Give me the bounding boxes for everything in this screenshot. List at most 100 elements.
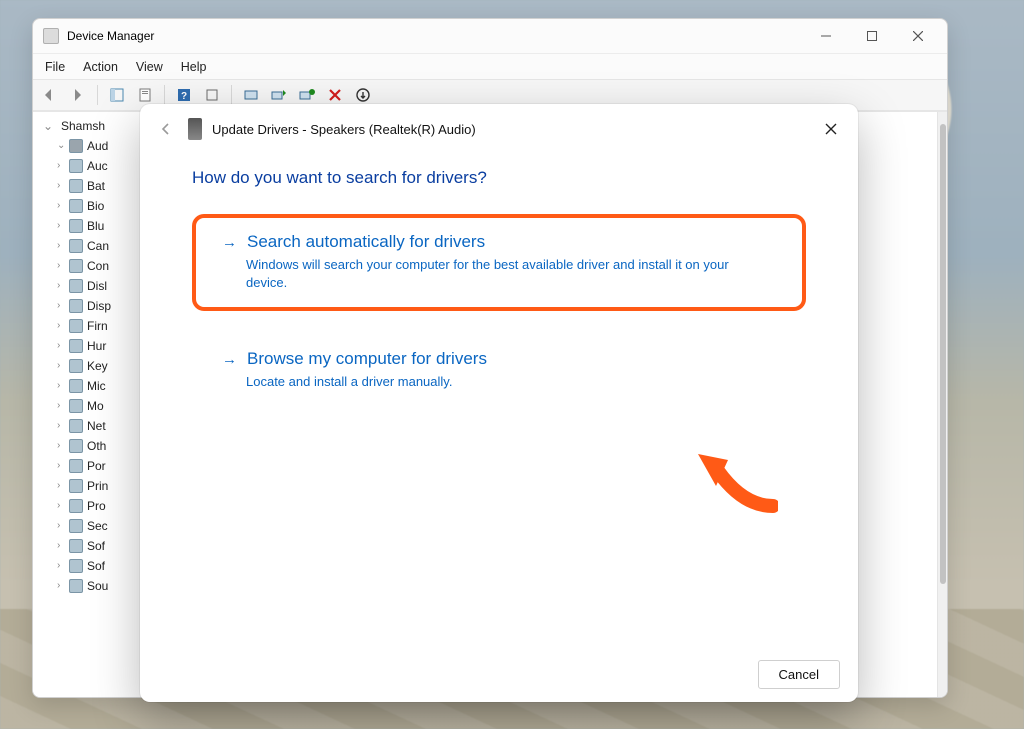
tree-item[interactable]: ›Por [43, 456, 127, 476]
tree-item-label: Prin [87, 476, 108, 496]
tree-item[interactable]: ›Key [43, 356, 127, 376]
tree-item[interactable]: ›Disp [43, 296, 127, 316]
driver-device-icon [188, 118, 202, 140]
menu-action[interactable]: Action [83, 60, 118, 74]
tree-item[interactable]: ›Sof [43, 556, 127, 576]
chevron-right-icon[interactable]: › [57, 576, 65, 596]
action-icon-button[interactable] [201, 84, 223, 106]
category-icon [69, 279, 83, 293]
window-title: Device Manager [67, 29, 154, 43]
dialog-title: Update Drivers - Speakers (Realtek(R) Au… [212, 122, 476, 137]
category-icon [69, 319, 83, 333]
scrollbar-thumb[interactable] [940, 124, 946, 584]
uninstall-device-button[interactable] [296, 84, 318, 106]
chevron-right-icon[interactable]: › [57, 176, 65, 196]
chevron-right-icon[interactable]: › [57, 256, 65, 276]
chevron-right-icon[interactable]: › [57, 536, 65, 556]
tree-item-label: Disl [87, 276, 107, 296]
option-title: Browse my computer for drivers [247, 349, 487, 369]
chevron-right-icon[interactable]: › [57, 156, 65, 176]
chevron-right-icon[interactable]: › [57, 456, 65, 476]
category-icon [69, 259, 83, 273]
chevron-right-icon[interactable]: › [57, 476, 65, 496]
tree-item[interactable]: ›Net [43, 416, 127, 436]
back-button[interactable] [154, 117, 178, 141]
collapse-icon[interactable]: ⌄ [43, 116, 53, 136]
option-description: Locate and install a driver manually. [246, 373, 766, 391]
tree-item-label: Sof [87, 536, 105, 556]
tree-item[interactable]: › Prin [43, 476, 127, 496]
tree-item[interactable]: ›Mo [43, 396, 127, 416]
tree-item[interactable]: ›Mic [43, 376, 127, 396]
tree-item[interactable]: ›Bio [43, 196, 127, 216]
tree-item[interactable]: › Blu [43, 216, 127, 236]
chevron-right-icon[interactable]: › [57, 496, 65, 516]
expand-icon[interactable]: ⌄ [57, 136, 65, 156]
dialog-close-button[interactable] [814, 114, 848, 144]
chevron-right-icon[interactable]: › [57, 376, 65, 396]
update-driver-button[interactable] [268, 84, 290, 106]
chevron-right-icon[interactable]: › [57, 436, 65, 456]
tree-item[interactable]: ›Hur [43, 336, 127, 356]
option-browse-computer[interactable]: → Browse my computer for drivers Locate … [192, 331, 806, 411]
chevron-right-icon[interactable]: › [57, 276, 65, 296]
menu-help[interactable]: Help [181, 60, 207, 74]
menu-view[interactable]: View [136, 60, 163, 74]
tree-item-label: Sec [87, 516, 108, 536]
chevron-right-icon[interactable]: › [57, 236, 65, 256]
chevron-right-icon[interactable]: › [57, 216, 65, 236]
chevron-right-icon[interactable]: › [57, 396, 65, 416]
tree-item[interactable]: › Sof [43, 536, 127, 556]
chevron-right-icon[interactable]: › [57, 296, 65, 316]
chevron-right-icon[interactable]: › [57, 516, 65, 536]
svg-text:?: ? [181, 91, 187, 102]
option-description: Windows will search your computer for th… [246, 256, 766, 291]
tree-item[interactable]: › Can [43, 236, 127, 256]
properties-button[interactable] [134, 84, 156, 106]
tree-item[interactable]: ›Pro [43, 496, 127, 516]
chevron-right-icon[interactable]: › [57, 416, 65, 436]
enable-device-button[interactable] [352, 84, 374, 106]
chevron-right-icon[interactable]: › [57, 336, 65, 356]
tree-item-label: Aud [87, 136, 108, 156]
tree-item-label: Blu [87, 216, 104, 236]
tree-item[interactable]: › Sec [43, 516, 127, 536]
dialog-body: How do you want to search for drivers? →… [140, 154, 858, 646]
tree-root-label: Shamsh [61, 116, 105, 136]
maximize-button[interactable] [849, 22, 895, 50]
cancel-button[interactable]: Cancel [758, 660, 840, 689]
scan-hardware-button[interactable] [240, 84, 262, 106]
tree-item[interactable]: › Auc [43, 156, 127, 176]
tree-root[interactable]: ⌄ Shamsh [43, 116, 127, 136]
chevron-right-icon[interactable]: › [57, 356, 65, 376]
help-button[interactable]: ? [173, 84, 195, 106]
chevron-right-icon[interactable]: › [57, 316, 65, 336]
dm-titlebar[interactable]: Device Manager [33, 19, 947, 53]
menu-file[interactable]: File [45, 60, 65, 74]
minimize-button[interactable] [803, 22, 849, 50]
nav-back-button[interactable] [39, 84, 61, 106]
device-tree[interactable]: ⌄ Shamsh ⌄ Aud ›Auc›Bat›Bio›Blu›Can›Con›… [33, 112, 133, 697]
option-search-automatically[interactable]: → Search automatically for drivers Windo… [192, 214, 806, 311]
tree-item[interactable]: ›Bat [43, 176, 127, 196]
close-button[interactable] [895, 22, 941, 50]
tree-item-label: Con [87, 256, 109, 276]
chevron-right-icon[interactable]: › [57, 556, 65, 576]
vertical-scrollbar[interactable] [937, 112, 947, 697]
tree-item-label: Can [87, 236, 109, 256]
annotation-arrow-icon [688, 446, 778, 516]
tree-item[interactable]: › Disl [43, 276, 127, 296]
tree-item[interactable]: ›Firn [43, 316, 127, 336]
category-icon [69, 499, 83, 513]
tree-item[interactable]: ›Oth [43, 436, 127, 456]
category-icon [69, 359, 83, 373]
tree-item-label: Auc [87, 156, 108, 176]
tree-item[interactable]: ›Sou [43, 576, 127, 596]
disable-device-button[interactable] [324, 84, 346, 106]
nav-forward-button[interactable] [67, 84, 89, 106]
category-icon [69, 379, 83, 393]
show-hide-tree-button[interactable] [106, 84, 128, 106]
chevron-right-icon[interactable]: › [57, 196, 65, 216]
tree-item-audio[interactable]: ⌄ Aud [43, 136, 127, 156]
tree-item[interactable]: › Con [43, 256, 127, 276]
